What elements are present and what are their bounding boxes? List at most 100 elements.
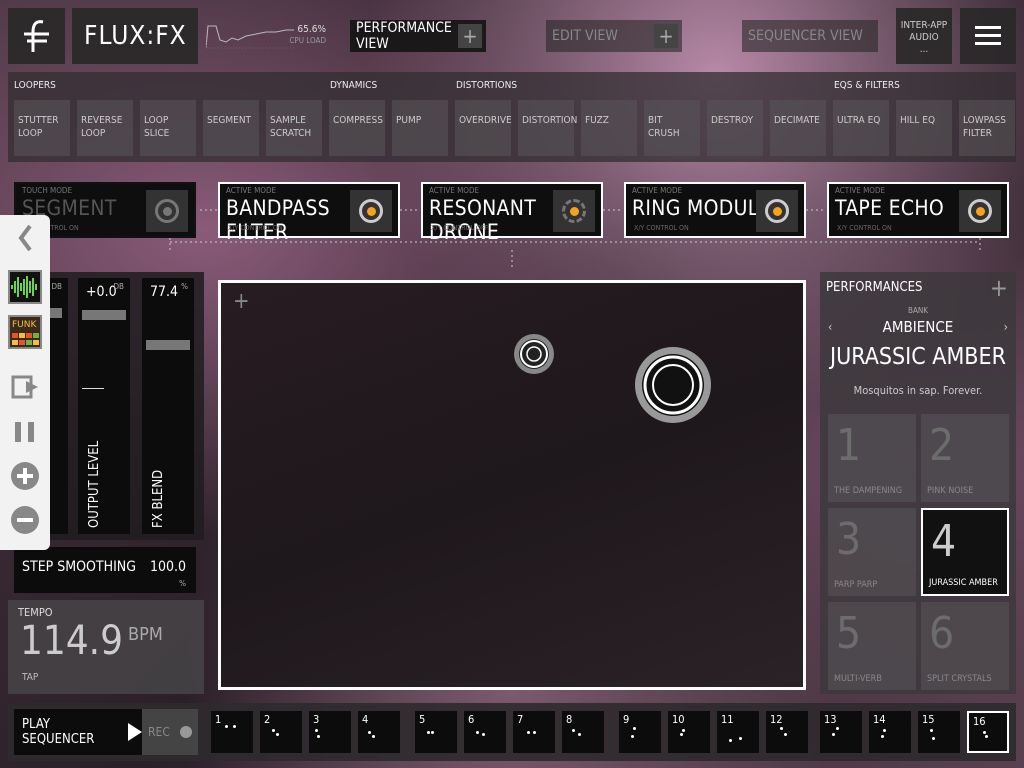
- effect-segment[interactable]: SEGMENT: [203, 100, 259, 156]
- effect-stutter-loop[interactable]: STUTTER LOOP: [14, 100, 70, 156]
- tile-number: 2: [929, 420, 955, 471]
- slot-knob[interactable]: [756, 190, 798, 232]
- hamburger-menu-button[interactable]: [960, 8, 1016, 64]
- slot-control: X/Y CONTROL ON: [837, 224, 892, 232]
- fx-blend-meter[interactable]: 77.4 % FX BLEND: [142, 278, 194, 534]
- step-number: 5: [419, 713, 426, 726]
- svg-text:FUNK: FUNK: [12, 320, 37, 330]
- step-pip: [832, 733, 835, 736]
- slot-knob[interactable]: [146, 190, 188, 232]
- sequencer-step[interactable]: 8: [562, 711, 604, 753]
- slot-knob[interactable]: [553, 190, 595, 232]
- performance-tile-2[interactable]: 2 PINK NOISE: [921, 414, 1009, 502]
- bank-next-icon[interactable]: ›: [1004, 320, 1008, 334]
- export-button[interactable]: [8, 370, 42, 404]
- iaa-label-1: INTER-APP: [900, 20, 948, 31]
- sequencer-step[interactable]: 12: [766, 711, 808, 753]
- sequencer-step[interactable]: 9: [619, 711, 661, 753]
- sequencer-step[interactable]: 7: [513, 711, 555, 753]
- tile-number: 4: [931, 516, 957, 567]
- xy-pad[interactable]: +: [218, 280, 806, 690]
- slot-4[interactable]: ACTIVE MODE RING MODULATE X/Y CONTROL ON: [624, 182, 806, 238]
- zoom-in-button[interactable]: [8, 459, 42, 493]
- inter-app-audio-button[interactable]: INTER-APP AUDIO ...: [896, 8, 952, 64]
- tile-number: 6: [929, 608, 955, 659]
- effect-compress[interactable]: COMPRESS: [329, 100, 385, 156]
- effect-reverse-loop[interactable]: REVERSE LOOP: [77, 100, 133, 156]
- play-sequencer-label: PLAY SEQUENCER: [22, 717, 95, 747]
- tab-performance-view[interactable]: PERFORMANCE VIEW +: [350, 20, 486, 52]
- add-performance-icon[interactable]: +: [990, 274, 1008, 302]
- blend-unit: %: [181, 282, 188, 291]
- flux-logo-icon: [23, 20, 49, 52]
- sequencer-step[interactable]: 16: [967, 711, 1009, 753]
- sequencer-step[interactable]: 15: [918, 711, 960, 753]
- flux-logo-button[interactable]: [8, 8, 65, 64]
- tempo-control[interactable]: TEMPO 114.9 BPM TAP: [8, 600, 204, 694]
- performance-tile-6[interactable]: 6 SPLIT CRYSTALS: [921, 602, 1009, 690]
- pause-button[interactable]: [8, 415, 42, 449]
- xy-cursor-small[interactable]: [511, 331, 557, 377]
- tab-edit-view[interactable]: EDIT VIEW +: [546, 20, 682, 52]
- effect-hill-eq[interactable]: HILL EQ: [896, 100, 952, 156]
- add-icon[interactable]: +: [654, 24, 678, 48]
- output-level-meter[interactable]: +0.0 DB OUTPUT LEVEL: [78, 278, 130, 534]
- effect-bit-crush[interactable]: BIT CRUSH: [644, 100, 700, 156]
- effect-ultra-eq[interactable]: ULTRA EQ: [833, 100, 889, 156]
- step-number: 6: [468, 713, 475, 726]
- output-slider[interactable]: [82, 310, 126, 320]
- performance-tile-5[interactable]: 5 MULTI-VERB: [828, 602, 916, 690]
- xy-add-icon[interactable]: +: [233, 289, 250, 314]
- add-icon[interactable]: +: [458, 24, 482, 48]
- funk-box-app-button[interactable]: FUNK: [8, 315, 42, 349]
- step-pip: [427, 731, 430, 734]
- knob-dot-icon: [366, 206, 376, 216]
- slot-knob[interactable]: [350, 190, 392, 232]
- performance-tile-3[interactable]: 3 PARP PARP: [828, 508, 916, 596]
- tab-sequencer-view[interactable]: SEQUENCER VIEW: [742, 20, 878, 52]
- export-icon: [11, 375, 38, 399]
- plus-circle-icon: [11, 462, 39, 490]
- step-pip: [225, 725, 228, 728]
- effect-overdrive[interactable]: OVERDRIVE: [455, 100, 512, 156]
- zoom-out-button[interactable]: [8, 503, 42, 537]
- sequencer-step[interactable]: 11: [717, 711, 759, 753]
- step-smoothing-control[interactable]: STEP SMOOTHING 100.0 %: [14, 547, 196, 593]
- sequencer-step[interactable]: 2: [260, 711, 302, 753]
- sequencer-step[interactable]: 3: [309, 711, 351, 753]
- slot-3[interactable]: ACTIVE MODE RESONANT DRONE X/Y CONTROL O…: [421, 182, 603, 244]
- performance-tile-4[interactable]: 4 JURASSIC AMBER: [921, 508, 1009, 596]
- sequencer-step[interactable]: 5: [415, 711, 457, 753]
- performance-tile-1[interactable]: 1 THE DAMPENING: [828, 414, 916, 502]
- sequencer-step[interactable]: 1: [211, 711, 253, 753]
- output-label: OUTPUT LEVEL: [87, 440, 102, 528]
- sequencer-step[interactable]: 4: [358, 711, 400, 753]
- play-sequencer-button[interactable]: PLAY SEQUENCER: [14, 709, 142, 755]
- knob-dot-icon: [975, 206, 985, 216]
- waveform-app-button[interactable]: [8, 270, 42, 304]
- slot-5[interactable]: ACTIVE MODE TAPE ECHO X/Y CONTROL ON: [827, 182, 1009, 238]
- record-button[interactable]: REC: [142, 709, 198, 755]
- tap-tempo-button[interactable]: TAP: [22, 672, 38, 683]
- sequencer-step[interactable]: 14: [869, 711, 911, 753]
- blend-slider[interactable]: [146, 340, 190, 350]
- effect-pump[interactable]: PUMP: [392, 100, 448, 156]
- effect-fuzz[interactable]: FUZZ: [581, 100, 637, 156]
- effect-loop-slice[interactable]: LOOP SLICE: [140, 100, 196, 156]
- slot-knob[interactable]: [959, 190, 1001, 232]
- sequencer-step[interactable]: 10: [668, 711, 710, 753]
- step-number: 15: [922, 713, 935, 726]
- effect-distortion[interactable]: DISTORTION: [518, 100, 577, 156]
- slot-control: X/Y CONTROL OFF: [431, 224, 489, 232]
- sequencer-step[interactable]: 6: [464, 711, 506, 753]
- xy-cursor-large[interactable]: [633, 345, 713, 425]
- sequencer-step[interactable]: 13: [820, 711, 862, 753]
- effect-lowpass-filter[interactable]: LOWPASS FILTER: [959, 100, 1015, 156]
- effect-decimate[interactable]: DECIMATE: [770, 100, 826, 156]
- slot-2[interactable]: ACTIVE MODE BANDPASS FILTER X/Y CONTROL …: [218, 182, 400, 244]
- step-number: 7: [517, 713, 524, 726]
- effect-sample-scratch[interactable]: SAMPLE SCRATCH: [266, 100, 322, 156]
- collapse-button[interactable]: [8, 221, 42, 255]
- sequencer-bar: PLAY SEQUENCER REC 1 2 3 4 5 6 7 8 9 10 11 12 13 14 15…: [8, 703, 1016, 761]
- effect-destroy[interactable]: DESTROY: [707, 100, 763, 156]
